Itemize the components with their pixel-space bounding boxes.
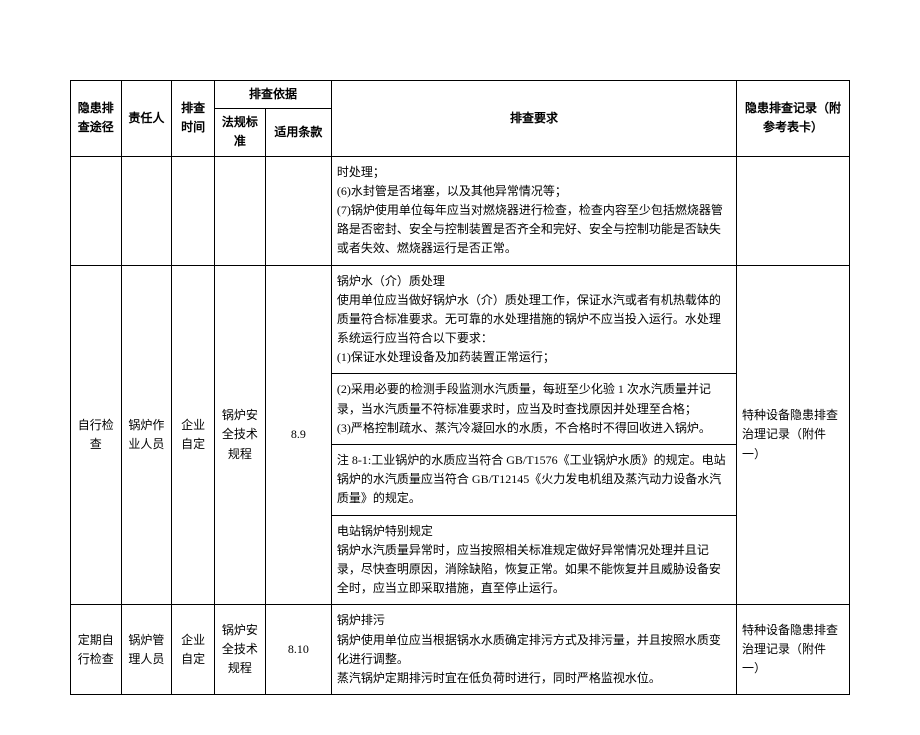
cell-clause: 8.9 [265, 265, 331, 605]
cell-std: 锅炉安全技术规程 [215, 605, 266, 695]
header-route: 隐患排查途径 [71, 81, 122, 157]
table-row: 定期自行检查 锅炉管理人员 企业自定 锅炉安全技术规程 8.10 锅炉排污锅炉使… [71, 605, 850, 695]
hazard-inspection-table: 隐患排查途径 责任人 排查时间 排查依据 排查要求 隐患排查记录（附参考表卡） … [70, 80, 850, 695]
table-row: 时处理；(6)水封管是否堵塞，以及其他异常情况等；(7)锅炉使用单位每年应当对燃… [71, 156, 850, 265]
cell-record: 特种设备隐患排查治理记录（附件一） [737, 265, 850, 605]
header-time: 排查时间 [172, 81, 215, 157]
cell-clause: 8.10 [265, 605, 331, 695]
table-row: 自行检查 锅炉作业人员 企业自定 锅炉安全技术规程 8.9 锅炉水（介）质处理使… [71, 265, 850, 374]
header-requirement: 排查要求 [331, 81, 736, 157]
cell-std [215, 156, 266, 265]
cell-route: 定期自行检查 [71, 605, 122, 695]
cell-person: 锅炉作业人员 [121, 265, 172, 605]
cell-time [172, 156, 215, 265]
cell-record [737, 156, 850, 265]
cell-requirement: 锅炉排污锅炉使用单位应当根据锅水水质确定排污方式及排污量，并且按照水质变化进行调… [331, 605, 736, 695]
cell-route: 自行检查 [71, 265, 122, 605]
table-header-row: 隐患排查途径 责任人 排查时间 排查依据 排查要求 隐患排查记录（附参考表卡） [71, 81, 850, 109]
cell-clause [265, 156, 331, 265]
cell-std: 锅炉安全技术规程 [215, 265, 266, 605]
header-person: 责任人 [121, 81, 172, 157]
cell-requirement: 时处理；(6)水封管是否堵塞，以及其他异常情况等；(7)锅炉使用单位每年应当对燃… [331, 156, 736, 265]
cell-person [121, 156, 172, 265]
cell-person: 锅炉管理人员 [121, 605, 172, 695]
header-std: 法规标准 [215, 109, 266, 156]
header-basis: 排查依据 [215, 81, 332, 109]
cell-time: 企业自定 [172, 265, 215, 605]
cell-route [71, 156, 122, 265]
header-record: 隐患排查记录（附参考表卡） [737, 81, 850, 157]
header-clause: 适用条款 [265, 109, 331, 156]
cell-requirement: 注 8-1:工业锅炉的水质应当符合 GB/T1576《工业锅炉水质》的规定。电站… [331, 445, 736, 516]
cell-requirement: 锅炉水（介）质处理使用单位应当做好锅炉水（介）质处理工作，保证水汽或者有机热载体… [331, 265, 736, 374]
cell-requirement: (2)采用必要的检测手段监测水汽质量，每班至少化验 1 次水汽质量并记录，当水汽… [331, 374, 736, 445]
cell-time: 企业自定 [172, 605, 215, 695]
cell-requirement: 电站锅炉特别规定锅炉水汽质量异常时，应当按照相关标准规定做好异常情况处理并且记录… [331, 515, 736, 605]
cell-record: 特种设备隐患排查治理记录（附件一） [737, 605, 850, 695]
